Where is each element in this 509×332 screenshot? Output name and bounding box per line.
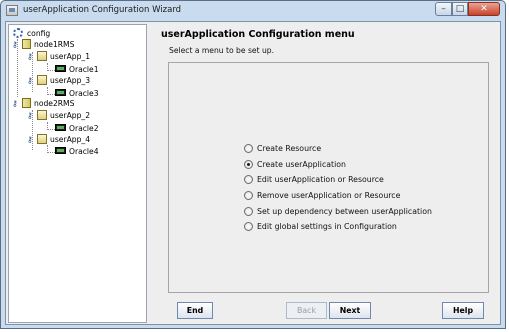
userapp-icon [37, 75, 47, 85]
userapp-icon [37, 110, 47, 120]
radio-button[interactable] [244, 191, 253, 200]
tree-node-userapp[interactable]: ⚷ userApp_2 [27, 110, 97, 121]
radio-button[interactable] [244, 222, 253, 231]
userapp-icon [37, 134, 47, 144]
option-label: Create Resource [257, 144, 322, 153]
host-icon [22, 39, 31, 49]
expand-key-icon[interactable]: ⚷ [12, 40, 18, 49]
minimize-button[interactable]: – [435, 2, 452, 16]
tree-node-config[interactable]: config [13, 28, 73, 39]
wizard-window: userApplication Configuration Wizard – □… [0, 0, 506, 329]
userapp-icon [37, 51, 47, 61]
tree-label-config: config [27, 29, 51, 38]
tree-node-userapp[interactable]: ⚷ userApp_1 [27, 51, 97, 62]
radio-button[interactable] [244, 207, 253, 216]
tree-label-resource: Oracle1 [69, 65, 99, 74]
tree-connector [47, 152, 55, 153]
tree-label-host: node2RMS [34, 99, 75, 108]
maximize-button[interactable]: □ [452, 2, 468, 16]
tree-label-userapp: userApp_3 [50, 76, 91, 85]
tree-label-userapp: userApp_2 [50, 111, 91, 120]
configuration-tree[interactable]: config ⚷ node1RMS ⚷ userApp_1 Oracle1 ⚷ … [8, 24, 147, 323]
tree-node-host[interactable]: ⚷ node2RMS [12, 98, 82, 109]
tree-node-resource[interactable]: Oracle1 [55, 64, 115, 75]
configuration-menu-panel: userApplication Configuration menu Selec… [149, 24, 499, 323]
option-label: Create userApplication [257, 160, 346, 169]
tree-node-userapp[interactable]: ⚷ userApp_3 [27, 75, 97, 86]
tree-label-resource: Oracle2 [69, 124, 99, 133]
tree-node-resource[interactable]: Oracle4 [55, 146, 115, 157]
tree-connector [47, 129, 55, 130]
close-button[interactable]: ✕ [468, 2, 500, 16]
title-bar[interactable]: userApplication Configuration Wizard – □… [1, 1, 505, 21]
expand-key-icon[interactable]: ⚷ [27, 52, 33, 61]
tree-label-userapp: userApp_4 [50, 135, 91, 144]
option-label: Edit global settings in Configuration [257, 222, 397, 231]
expand-key-icon[interactable]: ⚷ [27, 111, 33, 120]
wizard-client-area: config ⚷ node1RMS ⚷ userApp_1 Oracle1 ⚷ … [5, 21, 501, 325]
resource-icon [55, 124, 66, 131]
expand-key-icon[interactable]: ⚷ [27, 135, 33, 144]
back-button[interactable]: Back [286, 302, 327, 319]
resource-icon [55, 89, 66, 96]
next-button[interactable]: Next [329, 302, 371, 319]
window-title: userApplication Configuration Wizard [23, 5, 182, 15]
tree-node-host[interactable]: ⚷ node1RMS [12, 39, 82, 50]
radio-button[interactable] [244, 144, 253, 153]
expand-key-icon[interactable]: ⚷ [12, 99, 18, 108]
end-button[interactable]: End [177, 302, 213, 319]
tree-connector [47, 70, 55, 71]
tree-label-userapp: userApp_1 [50, 52, 91, 61]
tree-node-userapp[interactable]: ⚷ userApp_4 [27, 134, 97, 145]
app-window-icon [6, 5, 18, 16]
panel-title: userApplication Configuration menu [161, 29, 355, 40]
radio-button[interactable] [244, 175, 253, 184]
option-label: Remove userApplication or Resource [257, 191, 401, 200]
option-label: Edit userApplication or Resource [257, 175, 384, 184]
tree-label-host: node1RMS [34, 40, 75, 49]
config-icon [13, 28, 23, 38]
resource-icon [55, 65, 66, 72]
option-label: Set up dependency between userApplicatio… [257, 207, 432, 216]
resource-icon [55, 147, 66, 154]
radio-button-selected[interactable] [244, 160, 253, 169]
help-button[interactable]: Help [442, 302, 484, 319]
tree-connector [47, 94, 55, 95]
panel-subtitle: Select a menu to be set up. [169, 46, 275, 55]
tree-node-resource[interactable]: Oracle2 [55, 123, 115, 134]
menu-options-box: Create Resource Create userApplication E… [168, 62, 489, 293]
tree-label-resource: Oracle4 [69, 147, 99, 156]
expand-key-icon[interactable]: ⚷ [27, 76, 33, 85]
host-icon [22, 98, 31, 108]
